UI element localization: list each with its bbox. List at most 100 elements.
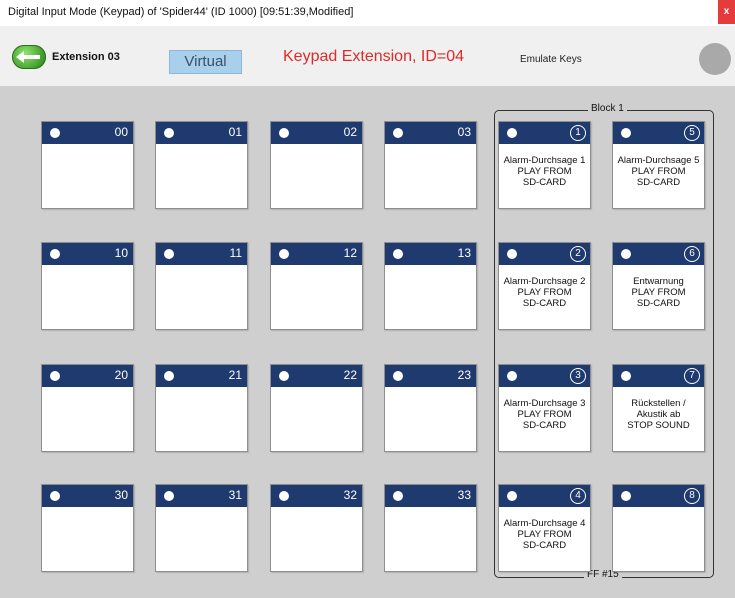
key-header: 5 <box>613 122 704 144</box>
key-number: 8 <box>684 488 700 504</box>
key-number: 00 <box>114 125 128 139</box>
key-text-line: PLAY FROM <box>517 409 572 420</box>
back-arrow-icon <box>16 51 40 63</box>
block-key-5[interactable]: 5 Alarm-Durchsage 5 PLAY FROM SD-CARD <box>612 121 705 209</box>
key-text-line: SD-CARD <box>636 177 681 188</box>
key-text-line: PLAY FROM <box>517 166 572 177</box>
key-20[interactable]: 20 <box>41 364 134 452</box>
led-indicator-icon <box>393 491 403 501</box>
key-10[interactable]: 10 <box>41 242 134 330</box>
keypad-canvas: 00 01 02 03 10 11 12 13 20 21 22 23 30 3… <box>0 87 735 598</box>
key-description: Alarm-Durchsage 1 PLAY FROM SD-CARD <box>499 155 590 188</box>
key-22[interactable]: 22 <box>270 364 363 452</box>
key-01[interactable]: 01 <box>155 121 248 209</box>
key-description: Alarm-Durchsage 3 PLAY FROM SD-CARD <box>499 398 590 431</box>
window-title: Digital Input Mode (Keypad) of 'Spider44… <box>8 6 354 18</box>
block-key-3[interactable]: 3 Alarm-Durchsage 3 PLAY FROM SD-CARD <box>498 364 591 452</box>
key-number: 01 <box>228 125 242 139</box>
key-number: 02 <box>343 125 357 139</box>
key-description: Entwarnung PLAY FROM SD-CARD <box>613 276 704 309</box>
key-header: 8 <box>613 485 704 507</box>
led-indicator-icon <box>393 249 403 259</box>
key-00[interactable]: 00 <box>41 121 134 209</box>
led-indicator-icon <box>621 249 631 259</box>
key-number: 03 <box>457 125 471 139</box>
key-header: 6 <box>613 243 704 265</box>
led-indicator-icon <box>50 371 60 381</box>
key-text-line: SD-CARD <box>522 540 567 551</box>
key-text-line: Rückstellen / <box>631 398 686 409</box>
key-23[interactable]: 23 <box>384 364 477 452</box>
key-text-line: Entwarnung <box>633 276 684 287</box>
block-key-1[interactable]: 1 Alarm-Durchsage 1 PLAY FROM SD-CARD <box>498 121 591 209</box>
key-11[interactable]: 11 <box>155 242 248 330</box>
block-key-6[interactable]: 6 Entwarnung PLAY FROM SD-CARD <box>612 242 705 330</box>
led-indicator-icon <box>507 371 517 381</box>
led-indicator-icon <box>50 249 60 259</box>
key-text-line: SD-CARD <box>522 177 567 188</box>
led-indicator-icon <box>621 491 631 501</box>
key-number: 21 <box>228 368 242 382</box>
key-header: 01 <box>156 122 247 144</box>
key-header: 32 <box>271 485 362 507</box>
key-number: 23 <box>457 368 471 382</box>
key-text-line: PLAY FROM <box>517 529 572 540</box>
key-number: 2 <box>570 246 586 262</box>
key-header: 30 <box>42 485 133 507</box>
key-description: Alarm-Durchsage 4 PLAY FROM SD-CARD <box>499 518 590 551</box>
key-text-line: PLAY FROM <box>631 287 686 298</box>
key-header: 20 <box>42 365 133 387</box>
key-31[interactable]: 31 <box>155 484 248 572</box>
led-indicator-icon <box>164 491 174 501</box>
key-number: 6 <box>684 246 700 262</box>
title-bar: Digital Input Mode (Keypad) of 'Spider44… <box>0 0 735 27</box>
key-text-line: Alarm-Durchsage 5 <box>617 155 700 166</box>
key-number: 13 <box>457 246 471 260</box>
key-header: 31 <box>156 485 247 507</box>
key-03[interactable]: 03 <box>384 121 477 209</box>
key-header: 4 <box>499 485 590 507</box>
key-02[interactable]: 02 <box>270 121 363 209</box>
key-text-line: SD-CARD <box>636 298 681 309</box>
virtual-button[interactable]: Virtual <box>169 50 242 74</box>
led-indicator-icon <box>279 491 289 501</box>
block-key-7[interactable]: 7 Rückstellen / Akustik ab STOP SOUND <box>612 364 705 452</box>
back-button[interactable] <box>12 45 46 69</box>
block-key-4[interactable]: 4 Alarm-Durchsage 4 PLAY FROM SD-CARD <box>498 484 591 572</box>
key-header: 00 <box>42 122 133 144</box>
key-13[interactable]: 13 <box>384 242 477 330</box>
led-indicator-icon <box>621 371 631 381</box>
key-header: 21 <box>156 365 247 387</box>
key-32[interactable]: 32 <box>270 484 363 572</box>
status-indicator[interactable] <box>699 43 731 75</box>
led-indicator-icon <box>164 249 174 259</box>
key-12[interactable]: 12 <box>270 242 363 330</box>
key-number: 7 <box>684 368 700 384</box>
led-indicator-icon <box>507 491 517 501</box>
key-number: 31 <box>228 488 242 502</box>
key-header: 03 <box>385 122 476 144</box>
key-text-line: STOP SOUND <box>627 420 690 431</box>
key-number: 22 <box>343 368 357 382</box>
key-header: 11 <box>156 243 247 265</box>
key-text-line: PLAY FROM <box>631 166 686 177</box>
keypad-title: Keypad Extension, ID=04 <box>283 48 465 65</box>
key-30[interactable]: 30 <box>41 484 134 572</box>
led-indicator-icon <box>279 249 289 259</box>
block-key-8[interactable]: 8 <box>612 484 705 572</box>
key-21[interactable]: 21 <box>155 364 248 452</box>
close-button[interactable]: x <box>718 0 735 24</box>
led-indicator-icon <box>164 371 174 381</box>
led-indicator-icon <box>621 128 631 138</box>
block-key-2[interactable]: 2 Alarm-Durchsage 2 PLAY FROM SD-CARD <box>498 242 591 330</box>
key-description: Alarm-Durchsage 2 PLAY FROM SD-CARD <box>499 276 590 309</box>
key-header: 12 <box>271 243 362 265</box>
key-number: 12 <box>343 246 357 260</box>
key-description: Alarm-Durchsage 5 PLAY FROM SD-CARD <box>613 155 704 188</box>
led-indicator-icon <box>393 371 403 381</box>
key-number: 33 <box>457 488 471 502</box>
led-indicator-icon <box>507 128 517 138</box>
key-number: 3 <box>570 368 586 384</box>
header-toolbar: Extension 03 Virtual Keypad Extension, I… <box>0 26 735 87</box>
key-33[interactable]: 33 <box>384 484 477 572</box>
